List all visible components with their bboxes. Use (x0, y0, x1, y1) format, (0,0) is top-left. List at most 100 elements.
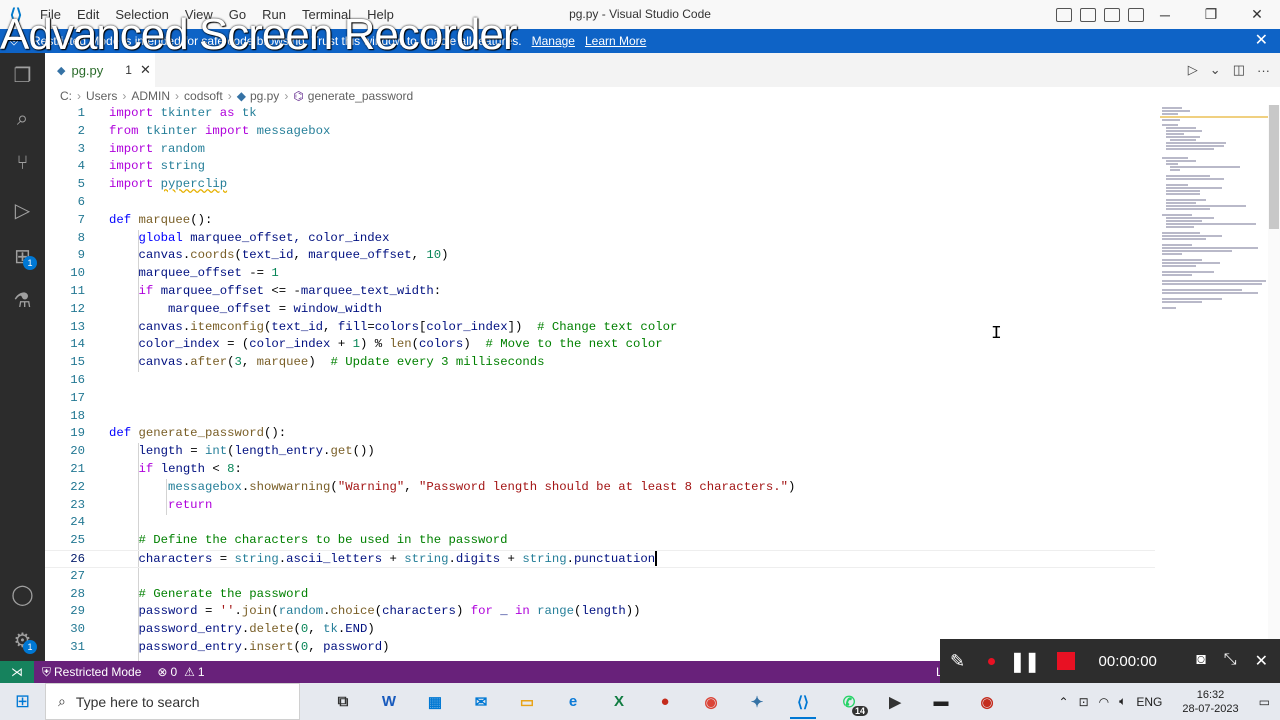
editor-scrollbar[interactable] (1268, 105, 1280, 661)
breadcrumb-item[interactable]: codsoft (184, 89, 223, 103)
terminal-icon[interactable]: ▬ (918, 683, 964, 720)
toggle-sidebar-icon[interactable] (1056, 7, 1072, 22)
maximize-button[interactable]: ❐ (1188, 0, 1234, 29)
tab-pg-py[interactable]: ◆ pg.py 1 ✕ (45, 53, 155, 87)
pen-icon[interactable]: ✎ (950, 651, 965, 672)
settings-gear-icon[interactable]: ⚙ 1 (0, 618, 45, 662)
breadcrumb-item[interactable]: C: (60, 89, 72, 103)
clock[interactable]: 16:32 28-07-2023 (1167, 688, 1253, 716)
code-line: 23 return (70, 497, 213, 512)
menu-view[interactable]: View (177, 0, 221, 29)
learn-more-link[interactable]: Learn More (585, 34, 646, 48)
close-window-button[interactable]: ✕ (1234, 0, 1280, 29)
code-line: 11 if marquee_offset <= -marquee_text_wi… (70, 284, 442, 298)
python-file-icon: ◆ (236, 89, 246, 103)
search-placeholder: Type here to search (75, 693, 200, 710)
wifi-icon[interactable]: ◠ (1094, 695, 1114, 709)
remote-indicator-icon[interactable]: ⋊ (0, 661, 34, 683)
menu-run[interactable]: Run (254, 0, 294, 29)
breadcrumb-item[interactable]: pg.py (250, 89, 279, 103)
accounts-icon[interactable]: ◯ (0, 572, 45, 616)
toggle-panel-icon[interactable] (1080, 7, 1096, 22)
run-dropdown-chevron-icon[interactable]: ⌄ (1210, 62, 1221, 78)
scrollbar-thumb[interactable] (1269, 105, 1279, 229)
menu-help[interactable]: Help (359, 0, 402, 29)
run-file-icon[interactable]: ▷ (1188, 62, 1198, 78)
code-line: 21 if length < 8: (70, 462, 242, 476)
stop-button[interactable] (1056, 652, 1075, 670)
menu-edit[interactable]: Edit (69, 0, 107, 29)
code-line: 27 (70, 568, 85, 583)
word-icon[interactable]: W (366, 683, 412, 720)
code-line: 6 (77, 195, 85, 209)
windows-start-icon[interactable]: ⊞ (0, 683, 45, 720)
chrome-icon[interactable]: ◉ (688, 683, 734, 720)
network-icon[interactable]: ⊡ (1074, 695, 1094, 709)
python-file-icon: ◆ (57, 64, 66, 77)
language-indicator[interactable]: ENG (1131, 695, 1167, 709)
vscode-logo-icon: ⟨⟩ (9, 6, 23, 24)
testing-icon[interactable]: ⚗ (0, 278, 45, 322)
title-bar: ⟨⟩ File Edit Selection View Go Run Termi… (0, 0, 1280, 29)
explorer-icon[interactable]: ❐ (0, 53, 45, 97)
close-tab-icon[interactable]: ✕ (140, 62, 151, 78)
volume-icon[interactable]: 🔈︎ (1114, 694, 1131, 709)
extensions-icon[interactable]: ⊞ 1 (0, 234, 45, 278)
code-editor[interactable]: 1 import tkinter as tk 2 from tkinter impo… (45, 105, 1155, 661)
split-editor-icon[interactable]: ◫ (1233, 62, 1245, 78)
file-explorer-icon[interactable]: ▭ (504, 683, 550, 720)
recording-indicator (988, 657, 995, 665)
restricted-mode-indicator[interactable]: ⛨ Restricted Mode (34, 664, 150, 680)
menu-go[interactable]: Go (221, 0, 254, 29)
breadcrumb-item[interactable]: Users (86, 89, 117, 103)
tab-problem-count: 1 (125, 63, 132, 77)
media-player-icon[interactable]: ▶ (872, 683, 918, 720)
whatsapp-icon[interactable]: ✆ 14 (826, 683, 872, 720)
source-control-icon[interactable]: ⑂ (0, 141, 45, 185)
camera-icon[interactable]: ◙ (1196, 651, 1206, 671)
window-controls: ─ ❐ ✕ (1142, 0, 1280, 29)
code-line: 7 def marquee(): (77, 212, 213, 227)
menu-terminal[interactable]: Terminal (294, 0, 359, 29)
recorder-app-icon[interactable]: ● (642, 683, 688, 720)
code-line: 1 import tkinter as tk (77, 106, 257, 120)
edge-icon[interactable]: e (550, 683, 596, 720)
extensions-badge: 1 (23, 256, 37, 270)
store-icon[interactable]: ▦ (412, 683, 458, 720)
manage-link[interactable]: Manage (532, 34, 575, 48)
minimize-button[interactable]: ─ (1142, 0, 1188, 29)
minimap[interactable] (1160, 105, 1268, 315)
code-line: 5 import pyperclip (77, 177, 228, 192)
chevron-up-icon[interactable]: ⌃ (1054, 695, 1074, 709)
menu-selection[interactable]: Selection (107, 0, 176, 29)
warning-icon: ⚠ (184, 665, 195, 679)
run-debug-icon[interactable]: ▷ (0, 188, 45, 232)
code-line: 19 def generate_password(): (70, 426, 287, 441)
breadcrumb-item[interactable]: generate_password (308, 89, 413, 103)
search-icon[interactable]: ⌕ (0, 97, 45, 141)
minimize-recorder-icon[interactable]: ⤡ (1224, 651, 1237, 671)
menu-file[interactable]: File (32, 0, 69, 29)
breadcrumb-item[interactable]: ADMIN (131, 89, 170, 103)
code-line: 28 # Generate the password (70, 586, 309, 601)
code-line-current: 26 characters = string.ascii_letters + s… (45, 550, 1155, 568)
code-line: 29 password = ''.join(random.choice(char… (70, 604, 641, 619)
python-idle-icon[interactable]: ✦ (734, 683, 780, 720)
task-view-icon[interactable]: ⧉ (320, 683, 366, 720)
notification-icon[interactable]: ▭ (1254, 695, 1280, 709)
screen-recorder-taskbar-icon[interactable]: ◉ (964, 683, 1010, 720)
taskbar-search[interactable]: ⌕ Type here to search (45, 683, 300, 720)
code-line: 12 marquee_offset = window_width (70, 301, 383, 316)
mail-icon[interactable]: ✉ (458, 683, 504, 720)
more-actions-icon[interactable]: ··· (1257, 63, 1270, 78)
code-line: 18 (70, 408, 85, 423)
toggle-secondary-sidebar-icon[interactable] (1104, 7, 1120, 22)
code-line: 4 import string (77, 159, 205, 174)
close-banner-icon[interactable]: ✕ (1255, 29, 1268, 53)
pause-button[interactable]: ❚❚ (1009, 649, 1040, 674)
code-line: 14 color_index = (color_index + 1) % len… (70, 337, 663, 352)
excel-icon[interactable]: X (596, 683, 642, 720)
vscode-taskbar-icon[interactable]: ⟨⟩ (780, 683, 826, 720)
problems-indicator[interactable]: ⊗ 0 ⚠ 1 (149, 665, 212, 679)
close-recorder-icon[interactable]: ✕ (1255, 651, 1268, 671)
